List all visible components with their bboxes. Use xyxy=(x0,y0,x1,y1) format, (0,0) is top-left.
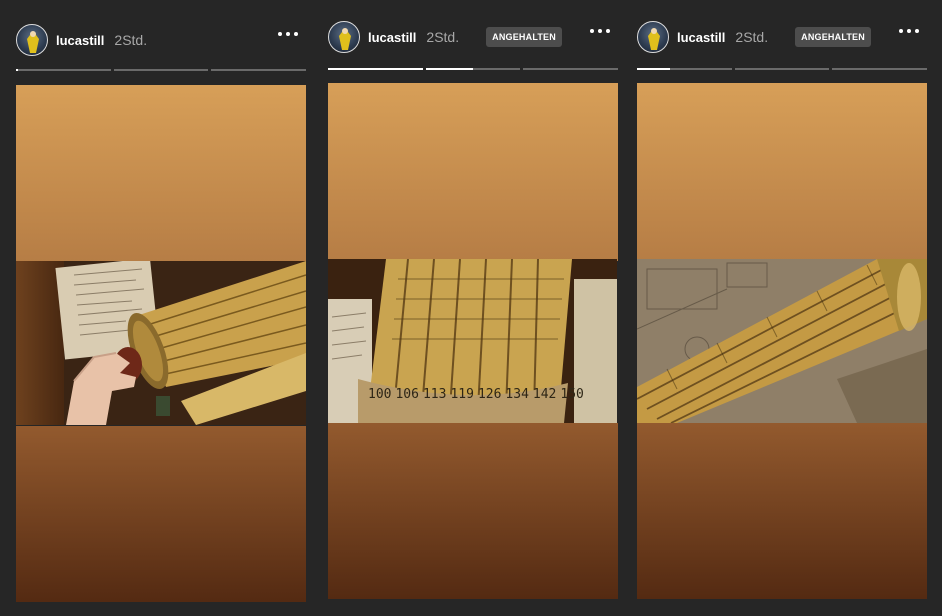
progress-segment xyxy=(523,68,619,70)
scale-number: 119 xyxy=(450,387,474,402)
dot-icon xyxy=(278,32,282,36)
post-time: 2Std. xyxy=(114,32,148,48)
dot-icon xyxy=(915,29,919,33)
progress-segment xyxy=(16,69,111,71)
progress-segment xyxy=(637,68,732,70)
scale-number: 142 xyxy=(532,387,557,402)
story-media[interactable] xyxy=(16,85,306,602)
more-options-button[interactable] xyxy=(278,32,298,36)
avatar[interactable] xyxy=(328,21,360,53)
story-photo-slide-rule-hand xyxy=(16,261,306,425)
media-gradient-bottom xyxy=(637,423,927,599)
story-photo-slide-rule-closeup: 100 106 113 119 126 134 142 150 xyxy=(328,259,618,423)
post-time: 2Std. xyxy=(735,29,769,45)
dot-icon xyxy=(907,29,911,33)
dot-icon xyxy=(606,29,610,33)
username[interactable]: lucastill xyxy=(677,30,725,45)
avatar[interactable] xyxy=(637,21,669,53)
progress-segment xyxy=(113,69,209,71)
scale-number: 150 xyxy=(560,387,584,402)
scale-number: 100 xyxy=(368,387,392,402)
progress-segment xyxy=(734,68,830,70)
media-gradient-bottom xyxy=(16,426,306,602)
scale-number: 126 xyxy=(477,387,502,402)
story-panel-1[interactable]: lucastill 2Std. xyxy=(16,0,307,616)
paused-badge: ANGEHALTEN xyxy=(486,27,562,47)
username[interactable]: lucastill xyxy=(56,33,104,48)
progress-segment xyxy=(328,68,423,70)
media-gradient-top xyxy=(637,83,927,261)
story-progress-bar xyxy=(637,68,928,70)
media-gradient-top xyxy=(328,83,618,261)
dot-icon xyxy=(590,29,594,33)
progress-segment xyxy=(425,68,521,70)
progress-fill xyxy=(328,68,423,70)
story-media[interactable] xyxy=(637,83,927,599)
paused-badge: ANGEHALTEN xyxy=(795,27,871,47)
dot-icon xyxy=(899,29,903,33)
scale-number: 106 xyxy=(395,387,419,402)
progress-fill xyxy=(637,68,671,70)
dot-icon xyxy=(294,32,298,36)
username[interactable]: lucastill xyxy=(368,30,416,45)
media-gradient-bottom xyxy=(328,423,618,599)
dot-icon xyxy=(286,32,290,36)
progress-fill xyxy=(16,69,18,71)
progress-segment xyxy=(832,68,928,70)
story-header: lucastill 2Std. xyxy=(16,20,306,60)
scale-numbers: 100 106 113 119 126 134 142 150 xyxy=(368,387,584,402)
progress-fill xyxy=(425,68,473,70)
story-progress-bar xyxy=(328,68,619,70)
progress-segment xyxy=(211,69,307,71)
more-options-button[interactable] xyxy=(899,29,919,33)
media-gradient-top xyxy=(16,85,306,263)
scale-number: 134 xyxy=(505,387,529,402)
avatar[interactable] xyxy=(16,24,48,56)
story-header: lucastill 2Std. ANGEHALTEN xyxy=(328,17,618,57)
post-time: 2Std. xyxy=(426,29,460,45)
scale-number: 113 xyxy=(422,387,447,402)
story-progress-bar xyxy=(16,69,307,71)
story-panel-3[interactable]: lucastill 2Std. ANGEHALTEN xyxy=(637,0,928,616)
story-media[interactable]: 100 106 113 119 126 134 142 150 xyxy=(328,83,618,599)
more-options-button[interactable] xyxy=(590,29,610,33)
story-photo-slide-rule-diagonal xyxy=(637,259,927,423)
story-panel-2[interactable]: lucastill 2Std. ANGEHALTEN 100 106 113 1… xyxy=(328,0,619,616)
dot-icon xyxy=(598,29,602,33)
story-header: lucastill 2Std. ANGEHALTEN xyxy=(637,17,927,57)
